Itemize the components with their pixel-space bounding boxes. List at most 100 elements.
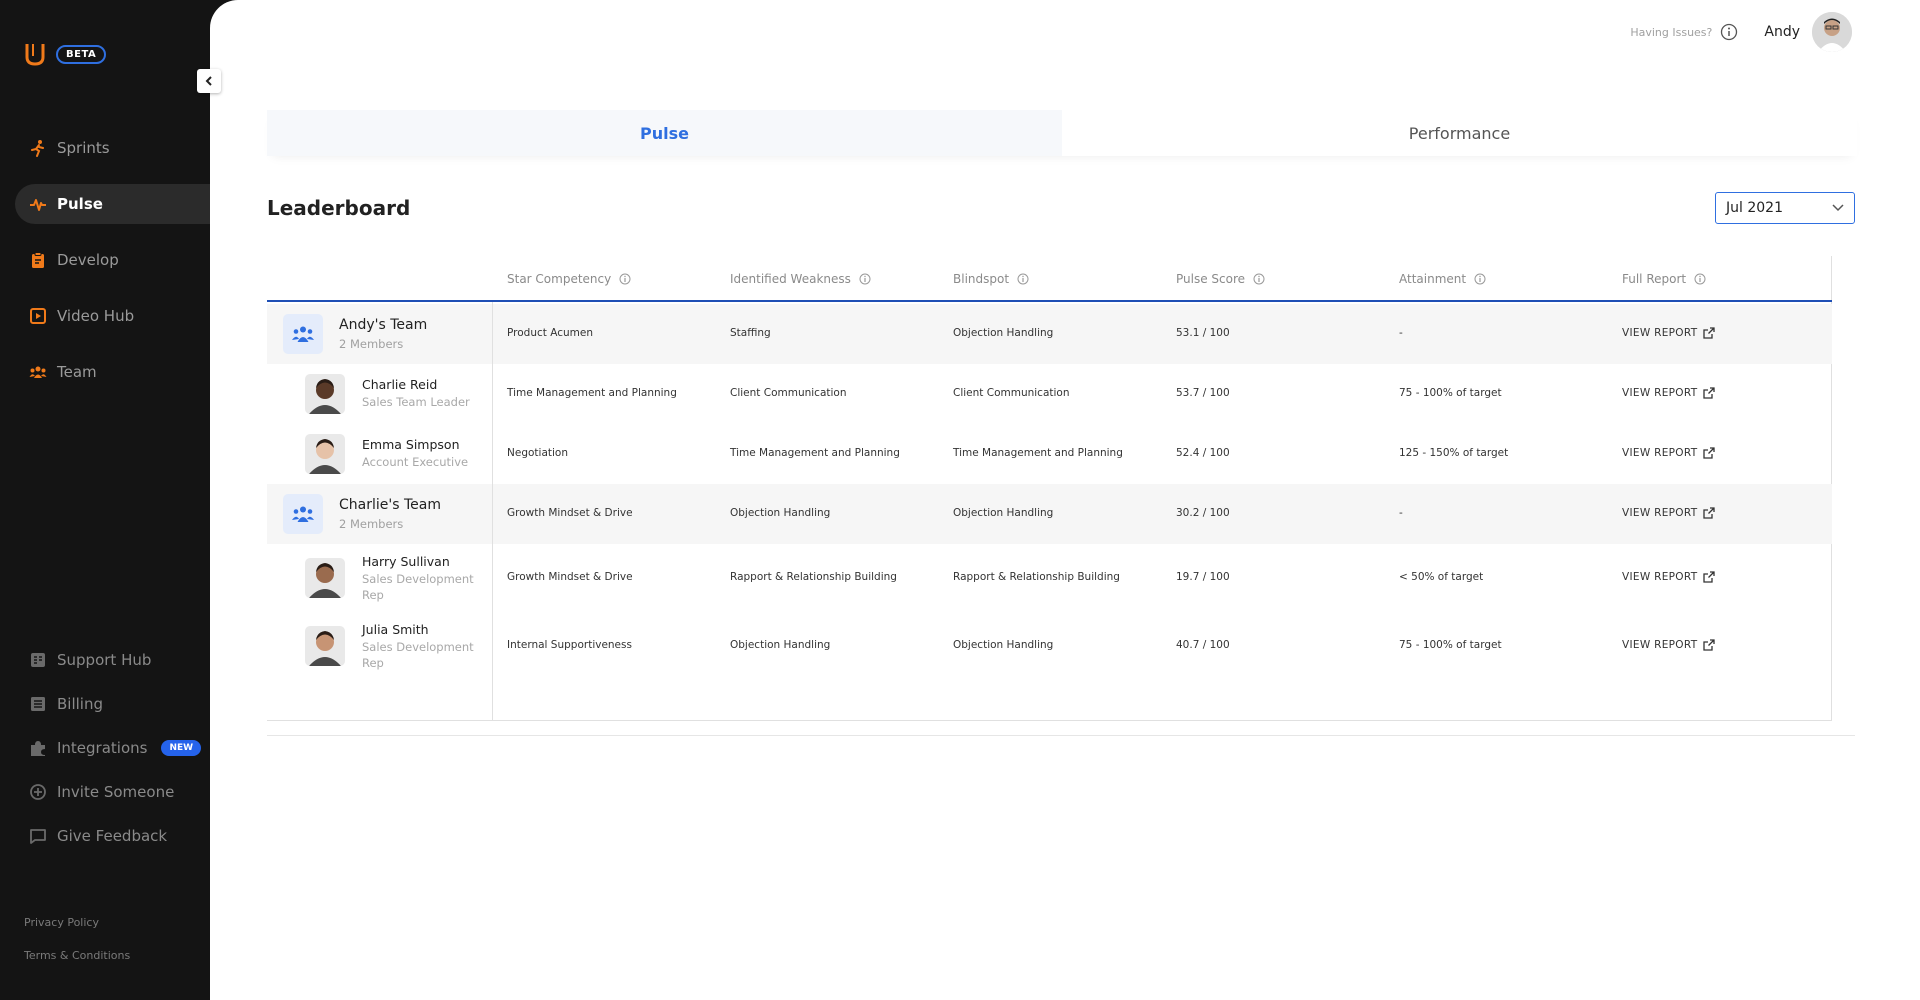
external-link-icon xyxy=(1703,387,1716,399)
privacy-policy-link[interactable]: Privacy Policy xyxy=(24,916,130,929)
tab-performance[interactable]: Performance xyxy=(1062,110,1857,156)
view-tabs: Pulse Performance xyxy=(267,110,1857,156)
footer-links: Privacy Policy Terms & Conditions xyxy=(24,916,130,982)
view-report-link[interactable]: VIEW REPORT xyxy=(1622,507,1716,519)
person-role: Sales Development Rep xyxy=(362,640,474,670)
user-avatar[interactable] xyxy=(1812,12,1852,52)
pulse-score-cell: 53.7 / 100 xyxy=(1176,387,1230,399)
info-icon[interactable] xyxy=(619,273,631,285)
sidebar-item-team[interactable]: Team xyxy=(15,352,210,392)
sidebar: BETA Sprints Pulse Develop Video Hub Tea… xyxy=(0,0,210,1000)
user-name[interactable]: Andy xyxy=(1764,24,1800,40)
star-competency-cell: Internal Supportiveness xyxy=(507,639,632,651)
page-title: Leaderboard xyxy=(267,196,411,220)
team-row[interactable]: Charlie's Team 2 Members Growth Mindset & … xyxy=(267,484,1832,544)
clipboard-icon xyxy=(32,252,44,268)
weakness-cell: Objection Handling xyxy=(730,639,831,651)
pulse-score-cell: 40.7 / 100 xyxy=(1176,639,1230,651)
person-photo-icon xyxy=(305,374,345,414)
header-label: Full Report xyxy=(1622,272,1687,286)
sidebar-item-integrations[interactable]: Integrations NEW xyxy=(15,728,210,768)
table-row[interactable]: Harry Sullivan Sales Development Rep Growt… xyxy=(267,544,1832,612)
header-label: Star Competency xyxy=(507,272,612,286)
sidebar-item-label: Team xyxy=(57,363,97,381)
team-group-badge xyxy=(283,314,323,354)
sidebar-item-develop[interactable]: Develop xyxy=(15,240,210,280)
view-report-label: VIEW REPORT xyxy=(1622,447,1698,459)
info-icon[interactable] xyxy=(1694,273,1706,285)
info-icon[interactable] xyxy=(1474,273,1486,285)
person-name: Emma Simpson xyxy=(362,437,460,452)
terms-link[interactable]: Terms & Conditions xyxy=(24,949,130,962)
new-badge: NEW xyxy=(161,740,202,756)
person-role: Sales Development Rep xyxy=(362,572,474,602)
month-select[interactable]: Jul 2021 xyxy=(1715,192,1855,224)
view-report-label: VIEW REPORT xyxy=(1622,639,1698,651)
info-icon[interactable] xyxy=(859,273,871,285)
team-name: Andy's Team xyxy=(339,317,428,333)
having-issues-link[interactable]: Having Issues? xyxy=(1630,23,1738,41)
chevron-down-icon xyxy=(1832,204,1844,212)
video-icon xyxy=(30,308,46,324)
person-photo-icon xyxy=(305,558,345,598)
info-icon xyxy=(1721,23,1738,41)
chevron-left-icon xyxy=(205,76,212,86)
blindspot-cell: Client Communication xyxy=(953,387,1070,399)
collapse-sidebar-button[interactable] xyxy=(197,69,221,93)
puzzle-icon xyxy=(31,741,45,756)
weakness-cell: Objection Handling xyxy=(730,507,831,519)
view-report-link[interactable]: VIEW REPORT xyxy=(1622,571,1716,583)
user-photo-icon xyxy=(1812,12,1852,52)
blindspot-cell: Objection Handling xyxy=(953,507,1054,519)
view-report-link[interactable]: VIEW REPORT xyxy=(1622,327,1716,339)
team-member-count: 2 Members xyxy=(339,337,404,351)
sidebar-item-support-hub[interactable]: Support Hub xyxy=(15,640,210,680)
sidebar-item-label: Support Hub xyxy=(57,651,152,669)
topbar: Having Issues? Andy xyxy=(1630,12,1852,52)
table-row[interactable]: Charlie Reid Sales Team Leader Time Manage… xyxy=(267,364,1832,424)
team-row[interactable]: Andy's Team 2 Members Product Acumen Staffi… xyxy=(267,304,1832,364)
star-competency-cell: Growth Mindset & Drive xyxy=(507,571,633,583)
column-divider xyxy=(492,302,493,721)
title-row: Leaderboard Jul 2021 xyxy=(267,192,1855,224)
sidebar-item-invite-someone[interactable]: Invite Someone xyxy=(15,772,210,812)
header-label: Blindspot xyxy=(953,272,1010,286)
sidebar-item-label: Pulse xyxy=(57,195,103,213)
table-row[interactable]: Julia Smith Sales Development Rep Internal… xyxy=(267,612,1832,680)
sidebar-item-video-hub[interactable]: Video Hub xyxy=(15,296,210,336)
brand-logo-icon xyxy=(25,44,45,66)
header-star-competency: Star Competency xyxy=(507,272,631,286)
person-name: Julia Smith xyxy=(362,622,429,637)
view-report-label: VIEW REPORT xyxy=(1622,571,1698,583)
header-pulse-score: Pulse Score xyxy=(1176,272,1265,286)
month-select-value: Jul 2021 xyxy=(1726,200,1783,216)
sidebar-item-give-feedback[interactable]: Give Feedback xyxy=(15,816,210,856)
star-competency-cell: Growth Mindset & Drive xyxy=(507,507,633,519)
header-label: Pulse Score xyxy=(1176,272,1246,286)
table-row[interactable]: Emma Simpson Account Executive Negotiation… xyxy=(267,424,1832,484)
info-icon[interactable] xyxy=(1017,273,1029,285)
sidebar-item-pulse[interactable]: Pulse xyxy=(15,184,210,224)
pulse-score-cell: 19.7 / 100 xyxy=(1176,571,1230,583)
chat-icon xyxy=(30,829,46,844)
sidebar-item-label: Integrations xyxy=(57,739,148,757)
attainment-cell: < 50% of target xyxy=(1399,571,1484,583)
view-report-link[interactable]: VIEW REPORT xyxy=(1622,387,1716,399)
beta-badge: BETA xyxy=(56,44,107,64)
person-photo-icon xyxy=(305,434,345,474)
pulse-icon xyxy=(30,199,46,211)
avatar xyxy=(305,434,345,474)
tab-pulse[interactable]: Pulse xyxy=(267,110,1062,156)
plus-circle-icon xyxy=(30,784,46,800)
view-report-link[interactable]: VIEW REPORT xyxy=(1622,639,1716,651)
logo[interactable]: BETA xyxy=(24,42,107,66)
view-report-link[interactable]: VIEW REPORT xyxy=(1622,447,1716,459)
team-group-badge xyxy=(283,494,323,534)
sidebar-item-billing[interactable]: Billing xyxy=(15,684,210,724)
star-competency-cell: Time Management and Planning xyxy=(507,387,677,399)
blindspot-cell: Objection Handling xyxy=(953,639,1054,651)
attainment-cell: 125 - 150% of target xyxy=(1399,447,1509,459)
header-full-report: Full Report xyxy=(1622,272,1706,286)
sidebar-item-sprints[interactable]: Sprints xyxy=(15,128,210,168)
info-icon[interactable] xyxy=(1253,273,1265,285)
